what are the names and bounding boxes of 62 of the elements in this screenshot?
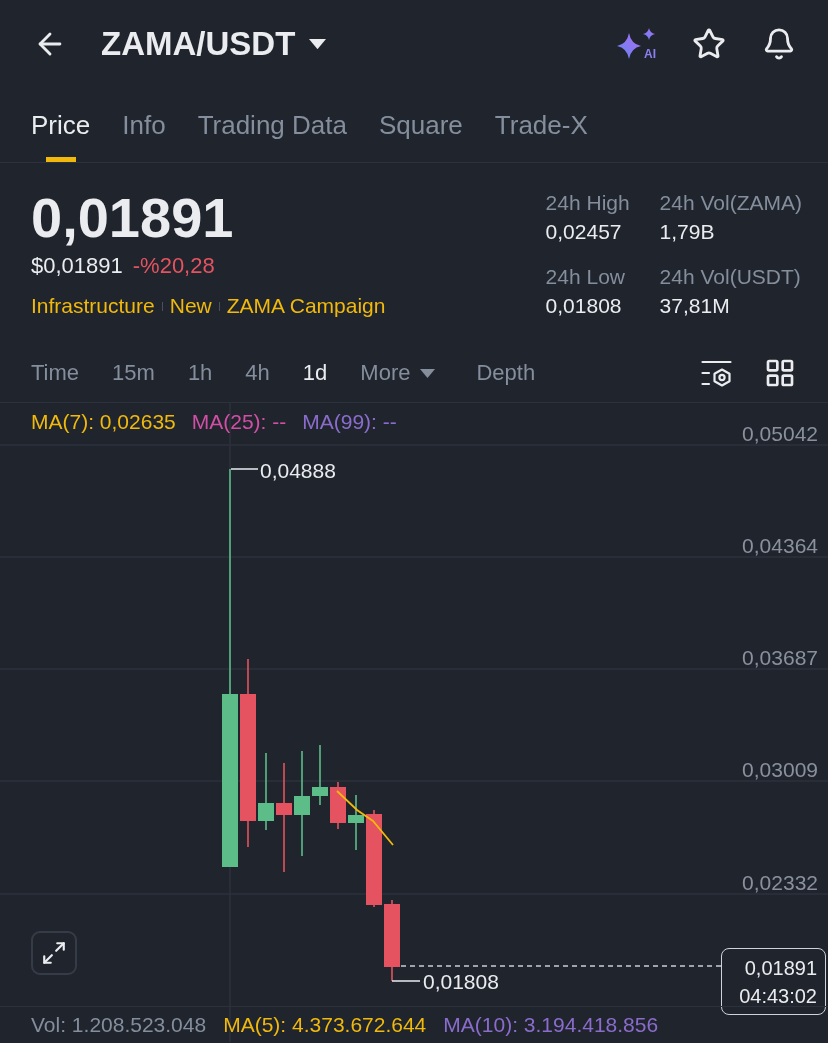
sparkle-icon xyxy=(616,27,656,59)
tab[interactable]: Price xyxy=(31,88,91,162)
rising-candle xyxy=(348,794,364,851)
leader-line xyxy=(230,468,259,470)
interval-option[interactable]: 1d xyxy=(302,360,328,386)
ai-assistant-button[interactable]: AI xyxy=(616,27,656,61)
tag-link[interactable]: New xyxy=(169,293,212,319)
rising-candle xyxy=(312,744,328,806)
low-label: 0,01808 xyxy=(423,970,499,994)
indicator-label: MA(99): -- xyxy=(302,410,397,434)
caret-icon xyxy=(420,368,436,378)
tab[interactable]: Trading Data xyxy=(197,88,347,162)
stat-label: 24h Vol(USDT) xyxy=(659,264,801,290)
axis-label: 0,03009 xyxy=(742,758,818,782)
stat-value: 1,79B xyxy=(659,219,715,245)
tag-link[interactable]: Infrastructure xyxy=(31,293,155,319)
indicator-label: MA(7): 0,02635 xyxy=(31,410,176,434)
caret-icon xyxy=(309,38,327,50)
expand-icon xyxy=(41,940,67,966)
pair-selector[interactable]: ZAMA/USDT xyxy=(101,25,327,63)
high-label: 0,04888 xyxy=(260,459,336,483)
usd-price: $0,01891 xyxy=(31,253,123,279)
leader-line xyxy=(391,980,421,982)
countdown-timer: 04:43:02 xyxy=(739,983,817,1009)
axis-label: 0,04364 xyxy=(742,534,818,558)
stat-value: 0,02457 xyxy=(545,219,622,245)
falling-candle xyxy=(330,781,346,830)
price-change: -%20,28 xyxy=(132,253,215,279)
indicator-label: MA(5): 4.373.672.644 xyxy=(223,1013,427,1037)
interval-option[interactable]: Time xyxy=(31,360,80,386)
stat-value: 37,81M xyxy=(659,293,730,319)
interval-dropdown[interactable]: More xyxy=(360,360,436,386)
axis-label: 0,05042 xyxy=(742,422,818,446)
tab[interactable]: Square xyxy=(378,88,463,162)
moving-average-line xyxy=(336,790,394,846)
tag-link[interactable]: ZAMA Campaign xyxy=(226,293,386,319)
interval-option[interactable]: Depth xyxy=(476,360,536,386)
stat-label: 24h Vol(ZAMA) xyxy=(659,190,802,216)
interval-option[interactable]: 1h xyxy=(187,360,213,386)
stat-label: 24h Low xyxy=(545,264,625,290)
volume-label: Vol: 1.208.523.048 xyxy=(31,1013,207,1037)
tab[interactable]: Info xyxy=(122,88,166,162)
favorite-button[interactable] xyxy=(692,27,726,61)
indicator-label: MA(10): 3.194.418.856 xyxy=(443,1013,659,1037)
indicator-settings-button[interactable] xyxy=(701,359,732,387)
interval-option[interactable]: 15m xyxy=(112,360,155,386)
bell-icon xyxy=(762,27,796,61)
indicator-label: MA(25): -- xyxy=(191,410,287,434)
axis-label: 0,03687 xyxy=(742,646,818,670)
stat-value: 0,01808 xyxy=(545,293,622,319)
notification-button[interactable] xyxy=(762,27,796,61)
current-price-label: 0,01891 xyxy=(744,955,817,981)
grid-icon xyxy=(764,357,796,389)
stat-label: 24h High xyxy=(545,190,630,216)
interval-option[interactable]: 4h xyxy=(245,360,270,386)
star-icon xyxy=(692,27,726,61)
axis-label: 0,02332 xyxy=(742,871,818,895)
last-price: 0,01891 xyxy=(31,190,234,246)
indicator-settings-icon xyxy=(701,359,732,387)
tab[interactable]: Trade-X xyxy=(494,88,588,162)
expand-button[interactable] xyxy=(31,931,77,975)
layout-button[interactable] xyxy=(764,357,796,389)
